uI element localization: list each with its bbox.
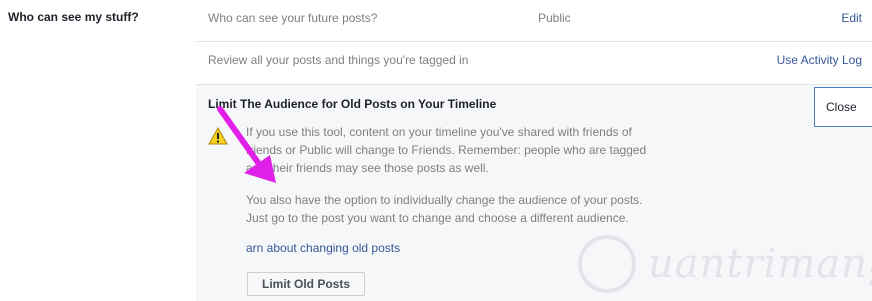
warning-line: and their friends may see those posts as… [246,161,489,175]
review-posts-label: Review all your posts and things you're … [208,53,469,67]
learn-about-old-posts-link[interactable]: arn about changing old posts [246,241,400,255]
privacy-panel: Who can see your future posts? Public Ed… [196,0,872,301]
option-line: Just go to the post you want to change a… [246,211,629,225]
activity-log-link[interactable]: Use Activity Log [777,53,862,67]
section-label: Who can see my stuff? [8,10,139,24]
future-posts-row: Who can see your future posts? Public Ed… [196,0,872,42]
warning-line: If you use this tool, content on your ti… [246,125,632,139]
option-line: You also have the option to individually… [246,193,643,207]
warning-paragraph: If you use this tool, content on your ti… [246,123,726,177]
watermark-bulb-icon [578,235,636,293]
future-posts-label: Who can see your future posts? [208,11,378,25]
warning-line: friends or Public will change to Friends… [246,143,647,157]
watermark-logo: uantrimang [578,235,872,299]
option-paragraph: You also have the option to individually… [246,191,726,227]
limit-old-posts-button[interactable]: Limit Old Posts [247,272,365,296]
close-button[interactable]: Close [814,87,872,127]
limit-audience-section: Limit The Audience for Old Posts on Your… [196,85,872,301]
annotation-arrow-icon [217,106,276,183]
future-posts-value: Public [538,11,571,25]
edit-link[interactable]: Edit [841,11,862,25]
review-posts-row: Review all your posts and things you're … [196,42,872,85]
watermark-text: uantrimang [648,241,872,287]
